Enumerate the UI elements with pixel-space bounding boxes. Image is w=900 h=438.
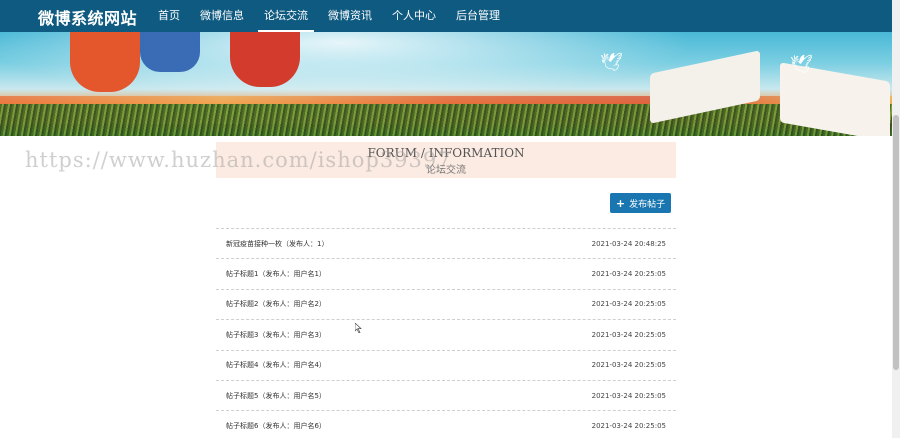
post-title[interactable]: 帖子标题2（发布人：用户名2） <box>226 299 326 309</box>
post-title[interactable]: 帖子标题4（发布人：用户名4） <box>226 360 326 370</box>
publish-post-label: 发布帖子 <box>629 199 666 210</box>
list-item[interactable]: 帖子标题4（发布人：用户名4） 2021-03-24 20:25:05 <box>216 349 676 380</box>
dove-icon: 🕊 <box>600 52 623 73</box>
mouse-cursor-icon <box>355 323 362 333</box>
top-navbar: 微博系统网站 首页 微博信息 论坛交流 微博资讯 个人中心 后台管理 <box>0 0 892 32</box>
list-item[interactable]: 新冠疫苗接种一枚（发布人：1） 2021-03-24 20:48:25 <box>216 228 676 258</box>
post-title[interactable]: 帖子标题5（发布人：用户名5） <box>226 391 326 401</box>
nav-item-weibo-info[interactable]: 微博信息 <box>190 0 254 32</box>
post-title[interactable]: 帖子标题3（发布人：用户名3） <box>226 330 326 340</box>
post-title[interactable]: 帖子标题6（发布人：用户名6） <box>226 421 326 431</box>
vertical-scrollbar[interactable] <box>892 0 900 438</box>
dove-icon: 🕊 <box>790 54 813 75</box>
post-date: 2021-03-24 20:25:05 <box>591 361 666 370</box>
nav-item-admin[interactable]: 后台管理 <box>446 0 510 32</box>
plus-icon: + <box>615 196 626 210</box>
nav-item-news[interactable]: 微博资讯 <box>318 0 382 32</box>
post-title[interactable]: 新冠疫苗接种一枚（发布人：1） <box>226 239 328 249</box>
post-date: 2021-03-24 20:25:05 <box>591 270 666 279</box>
post-list: 新冠疫苗接种一枚（发布人：1） 2021-03-24 20:48:25 帖子标题… <box>216 228 676 438</box>
list-item[interactable]: 帖子标题1（发布人：用户名1） 2021-03-24 20:25:05 <box>216 258 676 288</box>
post-date: 2021-03-24 20:25:05 <box>591 391 666 400</box>
nav-item-home[interactable]: 首页 <box>148 0 190 32</box>
site-brand[interactable]: 微博系统网站 <box>38 5 137 29</box>
publish-post-button[interactable]: + 发布帖子 <box>610 193 671 213</box>
nav-item-personal-center[interactable]: 个人中心 <box>382 0 446 32</box>
list-item[interactable]: 帖子标题2（发布人：用户名2） 2021-03-24 20:25:05 <box>216 288 676 319</box>
post-title[interactable]: 帖子标题1（发布人：用户名1） <box>226 269 326 279</box>
list-item[interactable]: 帖子标题6（发布人：用户名6） 2021-03-24 20:25:05 <box>216 410 676 438</box>
post-date: 2021-03-24 20:25:05 <box>591 300 666 309</box>
list-item[interactable]: 帖子标题5（发布人：用户名5） 2021-03-24 20:25:05 <box>216 379 676 410</box>
scrollbar-thumb[interactable] <box>893 115 899 370</box>
post-date: 2021-03-24 20:25:05 <box>591 330 666 339</box>
nav-item-forum[interactable]: 论坛交流 <box>254 0 318 32</box>
post-date: 2021-03-24 20:48:25 <box>591 239 666 248</box>
watermark-text: https://www.huzhan.com/ishop39397 <box>25 148 452 172</box>
list-item[interactable]: 帖子标题3（发布人：用户名3） 2021-03-24 20:25:05 <box>216 319 676 349</box>
post-date: 2021-03-24 20:25:05 <box>591 422 666 431</box>
banner-image: 🕊 🕊 <box>0 32 892 136</box>
main-nav: 首页 微博信息 论坛交流 微博资讯 个人中心 后台管理 <box>148 0 510 32</box>
